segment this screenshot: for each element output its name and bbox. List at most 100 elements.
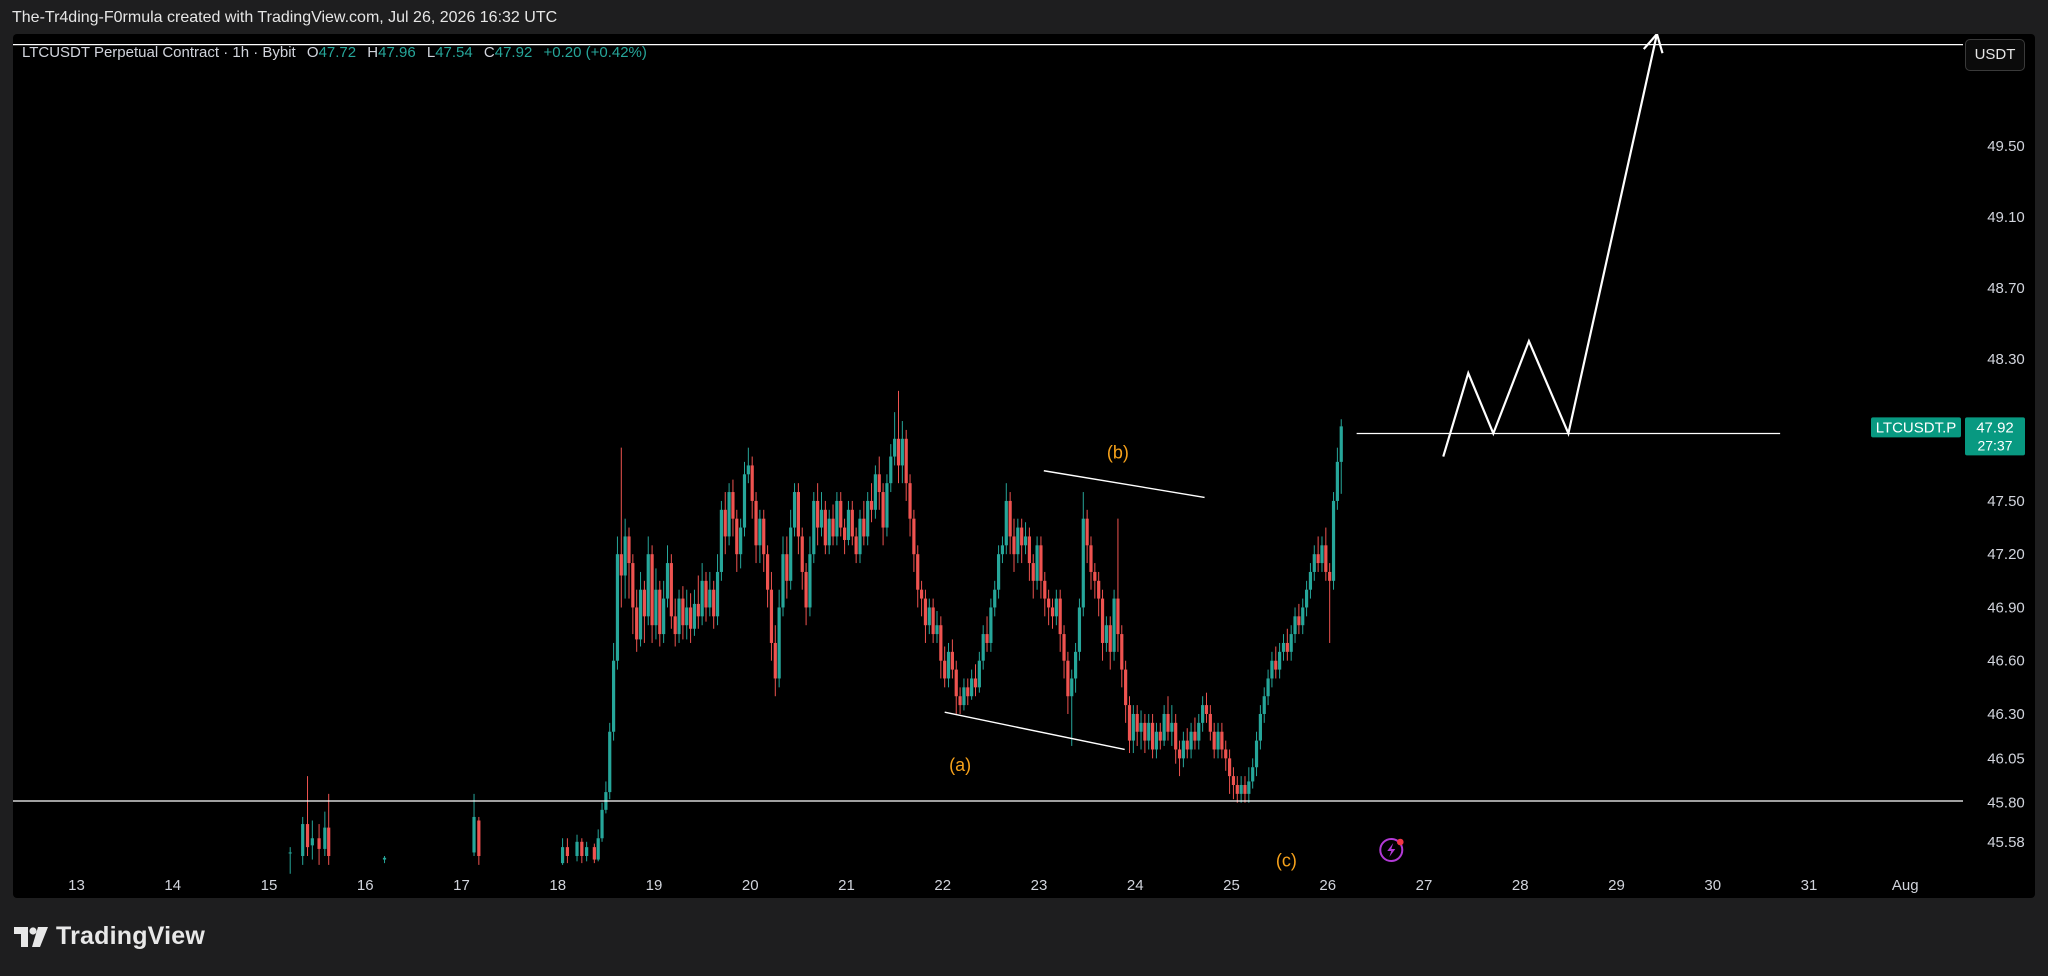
candle-138: [1066, 651, 1070, 714]
wave-label-2: (c): [1276, 851, 1297, 871]
candle-141: [1077, 598, 1082, 661]
candle-body: [896, 438, 901, 466]
candle-200: [1304, 580, 1309, 617]
x-tick-label-8: 21: [838, 877, 855, 894]
candle-body: [1258, 713, 1262, 741]
candle-body: [1312, 554, 1316, 572]
candle-150: [1112, 589, 1116, 661]
currency-button[interactable]: USDT: [1965, 39, 2025, 71]
candle-body: [827, 518, 831, 546]
candle-137: [1062, 625, 1066, 679]
candle-body: [1124, 669, 1128, 706]
candle-123: [1008, 492, 1012, 555]
candle-108: [950, 639, 954, 679]
candle-body: [1166, 713, 1170, 732]
candle-body: [946, 651, 951, 679]
candle-body: [1066, 660, 1070, 697]
candle-body: [1035, 545, 1039, 581]
candle-164: [1166, 696, 1170, 741]
high-label: H: [367, 44, 379, 61]
candle-body: [704, 580, 708, 608]
candle-body: [1100, 598, 1105, 643]
candle-95: [900, 421, 904, 484]
candle-body: [1020, 527, 1024, 546]
x-tick-label-4: 17: [453, 877, 470, 894]
candle-body: [1108, 625, 1112, 652]
candle-body: [1208, 713, 1212, 732]
candle-86: [866, 492, 870, 546]
candle-10: [560, 838, 565, 865]
low-label: L: [426, 44, 436, 61]
candle-196: [1289, 625, 1293, 661]
candle-67: [792, 483, 797, 537]
candle-body: [596, 838, 600, 860]
candle-body: [1316, 554, 1320, 564]
candle-119: [993, 580, 997, 617]
candle-21: [615, 536, 620, 670]
symbol-info[interactable]: LTCUSDT Perpetual Contract · 1h · Bybit: [22, 44, 296, 61]
candle-body: [1308, 571, 1313, 590]
candle-body: [1127, 705, 1132, 741]
candle-77: [831, 504, 835, 546]
candle-74: [819, 492, 824, 537]
x-tick-label-5: 18: [549, 877, 566, 894]
candle-body: [1147, 722, 1151, 741]
candle-body: [1247, 781, 1251, 794]
candle-174: [1204, 692, 1209, 723]
candle-128: [1027, 527, 1031, 581]
candle-body: [1039, 545, 1043, 581]
candle-184: [1243, 776, 1247, 803]
candle-body: [985, 634, 989, 643]
candle-50: [727, 483, 731, 546]
candle-body: [658, 589, 662, 635]
candle-body: [819, 509, 824, 528]
candle-body: [565, 847, 569, 857]
candle-191: [1270, 651, 1274, 688]
candle-61: [769, 571, 774, 661]
symbol-ohlc-header[interactable]: LTCUSDT Perpetual Contract · 1h · Bybit …: [22, 44, 647, 61]
candle-113: [970, 669, 974, 700]
candle-body: [1081, 518, 1085, 608]
candle-body: [919, 589, 924, 599]
candle-body: [1131, 713, 1135, 741]
candle-93: [893, 412, 897, 466]
candle-84: [858, 509, 862, 564]
candle-body: [1193, 731, 1197, 741]
candle-120: [996, 545, 1001, 599]
candle-body: [638, 589, 643, 640]
candle-132: [1043, 571, 1047, 617]
candle-13: [580, 838, 584, 864]
candle-131: [1039, 536, 1043, 599]
candle-192: [1274, 646, 1278, 679]
candle-121: [1000, 536, 1005, 564]
candle-body: [1251, 767, 1255, 782]
candle-135: [1054, 589, 1058, 626]
event-lightning-icon: [1379, 838, 1404, 862]
candle-28: [642, 580, 646, 643]
candle-31: [654, 568, 658, 640]
candle-178: [1220, 722, 1224, 759]
tradingview-logo-icon: [14, 926, 48, 947]
candle-57: [754, 492, 758, 564]
candle-body: [665, 563, 670, 599]
candle-body: [623, 536, 627, 576]
chart-panel[interactable]: (a)(b)(c) 50.0049.5049.1048.7048.3047.50…: [13, 34, 2035, 898]
candle-158: [1143, 713, 1147, 754]
candle-body: [1266, 678, 1270, 697]
candle-body: [608, 731, 612, 793]
candle-73: [816, 483, 820, 546]
candle-29: [646, 536, 650, 626]
candle-body: [742, 474, 747, 528]
tradingview-brand[interactable]: TradingView: [14, 922, 205, 951]
candle-body: [1162, 713, 1166, 741]
x-tick-label-16: 29: [1608, 877, 1625, 894]
price-chart[interactable]: (a)(b)(c) 50.0049.5049.1048.7048.3047.50…: [13, 34, 2035, 898]
candle-body: [1254, 740, 1259, 768]
candle-body: [873, 474, 877, 510]
candle-body: [1212, 731, 1216, 750]
candle-body: [758, 518, 762, 546]
candle-148: [1104, 616, 1108, 652]
candle-body: [923, 598, 928, 626]
candle-body: [900, 438, 904, 466]
x-tick-label-3: 16: [357, 877, 374, 894]
